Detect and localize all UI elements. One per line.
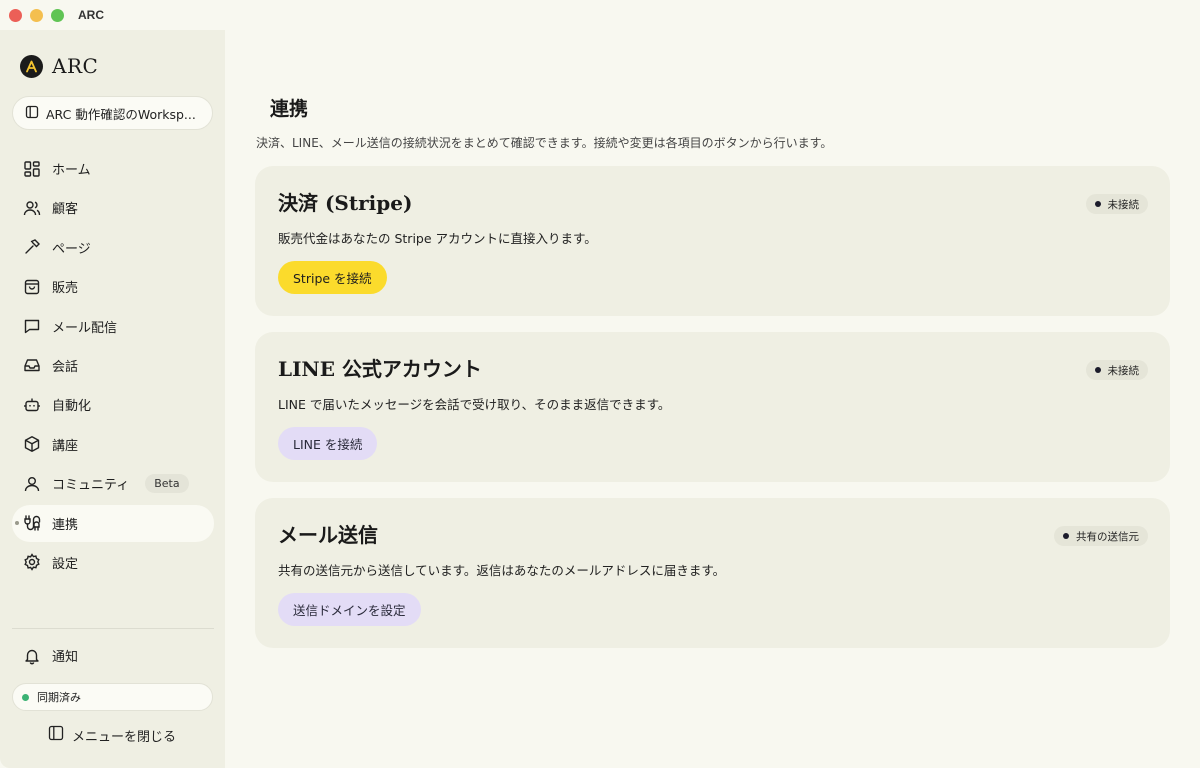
user-icon <box>22 474 42 494</box>
sidebar-item-label: 会話 <box>52 359 79 375</box>
sync-status-dot <box>22 693 29 701</box>
users-icon <box>22 198 42 218</box>
status-label: 未接続 <box>1107 364 1140 377</box>
sidebar-panel-icon <box>25 104 39 123</box>
sidebar-item-conversations[interactable]: 会話 <box>12 347 214 384</box>
sidebar-item-email[interactable]: メール配信 <box>12 308 214 345</box>
sidebar-item-settings[interactable]: 設定 <box>12 544 214 581</box>
status-dot <box>1094 201 1101 207</box>
status-badge: 未接続 <box>1085 194 1148 214</box>
sidebar-item-label: 講座 <box>52 438 79 454</box>
sidebar-item-label: メール配信 <box>52 320 118 336</box>
integration-card-line: LINE 公式アカウント 未接続 LINE で届いたメッセージを会話で受け取り、… <box>255 332 1170 482</box>
grid-icon <box>22 159 42 179</box>
sidebar-item-label: 設定 <box>52 556 79 572</box>
card-description: 共有の送信元から送信しています。返信はあなたのメールアドレスに届きます。 <box>278 563 726 578</box>
workspace-name: ARC 動作確認のWorksp... <box>46 106 196 122</box>
connect-line-button[interactable]: LINE を接続 <box>278 427 378 460</box>
notifications-section: 通知 <box>12 637 214 676</box>
sidebar-item-courses[interactable]: 講座 <box>12 426 214 463</box>
sidebar-item-community[interactable]: コミュニティ Beta <box>12 465 214 502</box>
connect-stripe-button[interactable]: Stripe を接続 <box>278 261 387 294</box>
card-title: 決済 (Stripe) <box>278 191 413 215</box>
zoom-window-button[interactable] <box>51 8 64 22</box>
beta-badge: Beta <box>145 474 189 494</box>
brand-name: ARC <box>52 54 99 78</box>
card-description: LINE で届いたメッセージを会話で受け取り、そのまま返信できます。 <box>278 397 671 412</box>
page-title: 連携 <box>270 98 309 120</box>
card-title: メール送信 <box>278 523 378 547</box>
close-menu-button[interactable]: メニューを閉じる <box>48 725 176 745</box>
status-dot <box>1063 533 1069 539</box>
status-label: 未接続 <box>1107 198 1140 211</box>
close-menu-label: メニューを閉じる <box>72 729 177 745</box>
page-description: 決済、LINE、メール送信の接続状況をまとめて確認できます。接続や変更は各項目の… <box>256 136 833 150</box>
sidebar-divider <box>12 628 214 629</box>
sidebar-item-pages[interactable]: ページ <box>12 229 214 266</box>
shopping-bag-icon <box>22 277 42 297</box>
plug-icon <box>22 513 42 533</box>
integration-card-email: メール送信 共有の送信元 共有の送信元から送信しています。返信はあなたのメールア… <box>255 498 1170 648</box>
integration-card-stripe: 決済 (Stripe) 未接続 販売代金はあなたの Stripe アカウントに直… <box>255 166 1170 316</box>
sidebar: ARC ARC 動作確認のWorksp... ホーム 顧客 ページ 販売 メール… <box>0 30 225 768</box>
window-controls <box>9 8 64 22</box>
sidebar-item-home[interactable]: ホーム <box>12 150 214 187</box>
bell-icon <box>22 646 42 666</box>
inbox-icon <box>22 355 42 375</box>
sidebar-item-label: ページ <box>52 241 91 257</box>
status-badge: 共有の送信元 <box>1054 526 1148 546</box>
package-icon <box>22 434 42 454</box>
sidebar-item-integrations[interactable]: 連携 <box>12 504 214 542</box>
sidebar-item-label: 顧客 <box>52 202 79 218</box>
bot-icon <box>22 395 42 415</box>
sidebar-item-label: 通知 <box>52 650 79 665</box>
message-square-icon <box>22 316 42 336</box>
sidebar-item-sales[interactable]: 販売 <box>12 268 214 305</box>
card-description: 販売代金はあなたの Stripe アカウントに直接入ります。 <box>278 231 597 246</box>
status-label: 共有の送信元 <box>1076 530 1139 543</box>
sidebar-item-label: ホーム <box>52 163 91 178</box>
gear-icon <box>22 552 42 572</box>
minimize-window-button[interactable] <box>30 8 43 22</box>
main-content: 連携 決済、LINE、メール送信の接続状況をまとめて確認できます。接続や変更は各… <box>225 30 1200 768</box>
sidebar-item-label: 連携 <box>52 517 79 533</box>
sync-status: 同期済み <box>12 683 213 711</box>
arc-logo-icon <box>20 54 43 78</box>
sidebar-item-label: 販売 <box>52 281 79 297</box>
set-sending-domain-button[interactable]: 送信ドメインを設定 <box>278 593 421 626</box>
title-bar: ARC <box>0 0 1200 30</box>
window-title: ARC <box>78 8 104 22</box>
sidebar-panel-icon <box>48 725 64 745</box>
sync-status-label: 同期済み <box>37 691 81 704</box>
sidebar-item-label: 自動化 <box>52 399 92 415</box>
sidebar-nav: ホーム 顧客 ページ 販売 メール配信 会話 自動化 講座 コミュニティ Bet… <box>12 150 214 583</box>
close-window-button[interactable] <box>9 8 22 22</box>
sidebar-item-notifications[interactable]: 通知 <box>12 637 214 674</box>
app-window: ARC ARC ARC 動作確認のWorksp... ホーム 顧客 ページ 販売… <box>0 0 1200 768</box>
workspace-switcher[interactable]: ARC 動作確認のWorksp... <box>12 96 213 130</box>
sidebar-item-label: コミュニティ <box>52 478 130 494</box>
sidebar-item-automation[interactable]: 自動化 <box>12 386 214 423</box>
sidebar-item-customers[interactable]: 顧客 <box>12 189 214 226</box>
status-dot <box>1094 367 1101 373</box>
card-title: LINE 公式アカウント <box>278 357 482 381</box>
brand[interactable]: ARC <box>20 54 98 78</box>
hammer-icon <box>22 237 42 257</box>
status-badge: 未接続 <box>1085 360 1148 380</box>
